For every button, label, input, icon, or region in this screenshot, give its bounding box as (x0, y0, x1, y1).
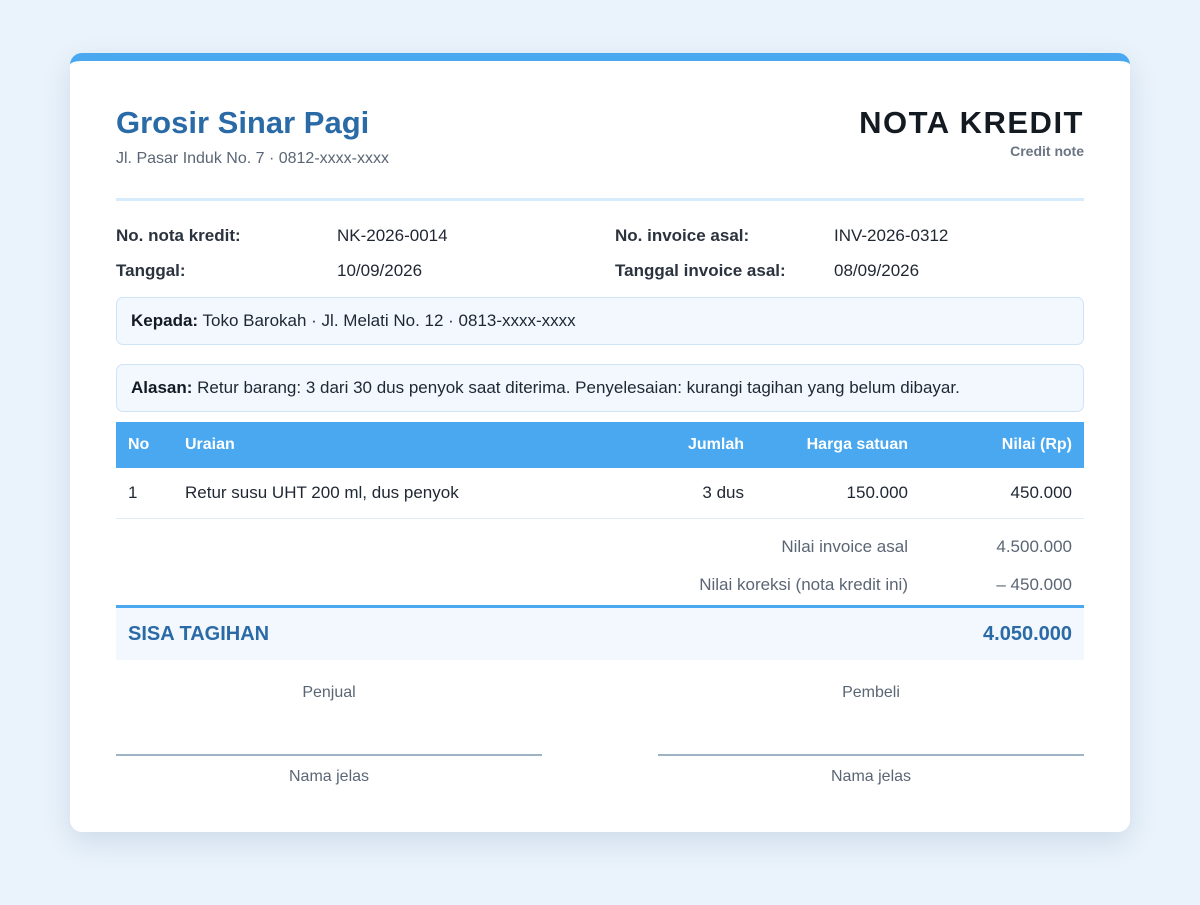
table-row: 1 Retur susu UHT 200 ml, dus penyok 3 du… (116, 468, 1084, 519)
correction-value: – 450.000 (996, 575, 1072, 594)
row-no: 1 (116, 468, 173, 519)
column-header-no: No (116, 422, 173, 468)
document-subtitle: Credit note (1010, 143, 1084, 159)
credit-note-number-label: No. nota kredit: (116, 226, 241, 245)
credit-note-number: NK-2026-0014 (337, 226, 448, 245)
document-header: Grosir Sinar Pagi Jl. Pasar Induk No. 7 … (116, 61, 1084, 201)
correction-label: Nilai koreksi (nota kredit ini) (699, 575, 908, 594)
balance-total-row: SISA TAGIHAN 4.050.000 (116, 605, 1084, 660)
reason-label: Alasan: (131, 378, 193, 397)
row-description: Retur susu UHT 200 ml, dus penyok (173, 468, 642, 519)
credit-note-body: Grosir Sinar Pagi Jl. Pasar Induk No. 7 … (116, 61, 1084, 785)
original-value-row: Nilai invoice asal 4.500.000 (116, 527, 1084, 565)
column-header-quantity: Jumlah (642, 422, 756, 468)
buyer-label: Pembeli (842, 684, 900, 701)
column-header-unit-price: Harga satuan (756, 422, 920, 468)
balance-value: 4.050.000 (983, 623, 1072, 645)
date-value: 10/09/2026 (337, 261, 423, 280)
balance-label: SISA TAGIHAN (128, 623, 270, 645)
document-title: NOTA KREDIT (859, 105, 1084, 140)
items-table-header: No Uraian Jumlah Harga satuan Nilai (Rp) (116, 422, 1084, 468)
row-unit-price: 150.000 (756, 468, 920, 519)
recipient-box: Kepada: Toko Barokah · Jl. Melati No. 12… (116, 297, 1084, 345)
reason-text: Retur barang: 3 dari 30 dus penyok saat … (197, 378, 960, 397)
credit-note-card: Grosir Sinar Pagi Jl. Pasar Induk No. 7 … (70, 53, 1130, 832)
items-table: No Uraian Jumlah Harga satuan Nilai (Rp)… (116, 422, 1084, 519)
reason-box: Alasan: Retur barang: 3 dari 30 dus peny… (116, 364, 1084, 412)
seller-name-caption: Nama jelas (288, 768, 370, 785)
original-invoice-number: INV-2026-0312 (834, 226, 949, 245)
recipient-label: Kepada: (131, 311, 199, 330)
row-amount: 450.000 (920, 468, 1084, 519)
column-header-description: Uraian (173, 422, 642, 468)
seller-label: Penjual (302, 684, 356, 701)
company-name: Grosir Sinar Pagi (116, 105, 370, 140)
original-invoice-date-label: Tanggal invoice asal: (615, 261, 786, 280)
original-invoice-date: 08/09/2026 (834, 261, 920, 280)
column-header-amount: Nilai (Rp) (920, 422, 1084, 468)
buyer-signature: Pembeli Nama jelas (658, 684, 1084, 786)
company-address: Jl. Pasar Induk No. 7 · 0812-xxxx-xxxx (116, 150, 389, 167)
buyer-name-caption: Nama jelas (830, 768, 912, 785)
correction-row: Nilai koreksi (nota kredit ini) – 450.00… (116, 565, 1084, 603)
document-meta: No. nota kredit: NK-2026-0014 No. invoic… (116, 201, 1084, 297)
date-label: Tanggal: (116, 261, 186, 280)
row-quantity: 3 dus (642, 468, 756, 519)
original-value-label: Nilai invoice asal (781, 537, 908, 556)
seller-signature: Penjual Nama jelas (116, 684, 542, 786)
recipient-text: Toko Barokah · Jl. Melati No. 12 · 0813-… (202, 311, 576, 330)
original-invoice-label: No. invoice asal: (615, 226, 750, 245)
original-value: 4.500.000 (996, 537, 1072, 556)
